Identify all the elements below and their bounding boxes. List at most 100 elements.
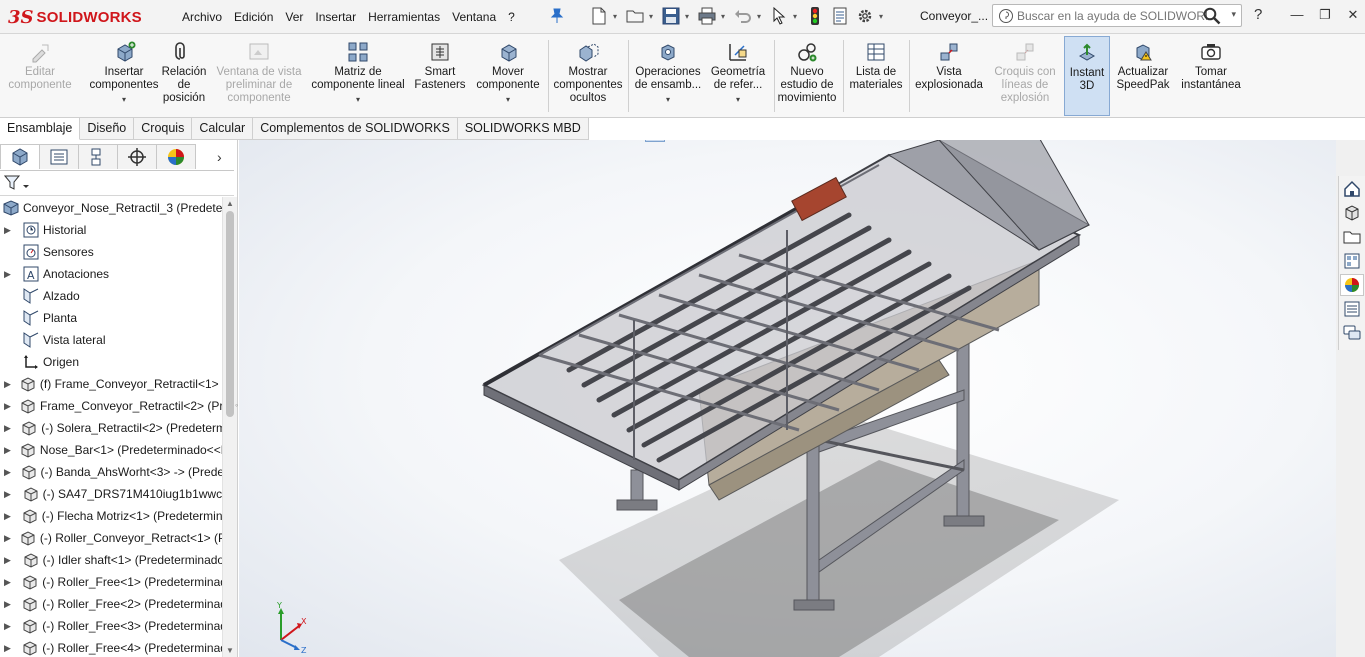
- rebuild-icon[interactable]: [804, 5, 826, 27]
- take-snapshot-button[interactable]: Tomar instantánea: [1176, 36, 1246, 116]
- show-hidden-components-button[interactable]: Mostrar componentes ocultos: [552, 36, 624, 116]
- tab-ensamblaje[interactable]: Ensamblaje: [0, 118, 81, 140]
- mate-button[interactable]: Relación de posición: [158, 36, 210, 116]
- tree-item-component[interactable]: ▶ (-) Flecha Motriz<1> (Predeterminado): [0, 505, 222, 527]
- insert-components-dropdown-icon[interactable]: ▾: [122, 93, 126, 106]
- tree-item-component[interactable]: ▶ (-) Solera_Retractil<2> (Predeterminado…: [0, 417, 222, 439]
- tree-item-component[interactable]: ▶ (f) Frame_Conveyor_Retractil<1> (Predet…: [0, 373, 222, 395]
- expand-arrow-icon[interactable]: ▶: [4, 511, 13, 522]
- expand-arrow-icon[interactable]: ▶: [4, 269, 14, 280]
- move-component-button[interactable]: Mover componente ▾: [472, 36, 544, 116]
- file-properties-icon[interactable]: [829, 5, 851, 27]
- dimxpert-tab-icon[interactable]: [117, 144, 157, 169]
- update-speedpak-button[interactable]: Actualizar SpeedPak: [1114, 36, 1172, 116]
- scroll-down-icon[interactable]: ▼: [226, 646, 234, 655]
- tab-calcular[interactable]: Calcular: [192, 118, 254, 140]
- edit-appearance-icon[interactable]: [842, 140, 862, 142]
- menu-herramientas[interactable]: Herramientas: [362, 9, 446, 25]
- scroll-up-icon[interactable]: ▲: [226, 199, 234, 208]
- expand-arrow-icon[interactable]: ▶: [4, 423, 12, 434]
- zoom-to-fit-icon[interactable]: [621, 140, 641, 142]
- tree-item-vista-lateral[interactable]: Vista lateral: [0, 329, 222, 351]
- tree-item-component[interactable]: ▶ (-) Roller_Free<3> (Predeterminado): [0, 615, 222, 637]
- expand-arrow-icon[interactable]: ▶: [4, 555, 14, 566]
- tree-item-planta[interactable]: Planta: [0, 307, 222, 329]
- tree-item-component[interactable]: ▶ (-) Banda_AhsWorht<3> -> (Predeterminad…: [0, 461, 222, 483]
- section-view-icon[interactable]: [693, 140, 713, 142]
- view-palette-icon[interactable]: [1340, 250, 1364, 272]
- assembly-features-button[interactable]: Operaciones de ensamb... ▾: [632, 36, 704, 116]
- restore-icon[interactable]: ❐: [1318, 7, 1332, 23]
- select-cursor-icon[interactable]: [768, 5, 790, 27]
- expand-arrow-icon[interactable]: ▶: [4, 577, 13, 588]
- smart-fasteners-button[interactable]: Smart Fasteners: [412, 36, 468, 116]
- menu-ventana[interactable]: Ventana: [446, 9, 502, 25]
- help-search-input[interactable]: [1017, 7, 1207, 25]
- configurationmanager-tab-icon[interactable]: [78, 144, 118, 169]
- reference-geometry-button[interactable]: Geometría de refer... ▾: [706, 36, 770, 116]
- menu-edicion[interactable]: Edición: [228, 9, 279, 25]
- appearances-scenes-icon[interactable]: [1340, 274, 1364, 296]
- solidworks-resources-icon[interactable]: [1340, 178, 1364, 200]
- expand-arrow-icon[interactable]: ▶: [4, 643, 13, 654]
- hide-show-items-icon[interactable]: [808, 140, 828, 142]
- tree-item-historial[interactable]: ▶ Historial: [0, 219, 222, 241]
- apply-scene-icon[interactable]: [875, 140, 895, 142]
- display-style-icon[interactable]: [775, 140, 795, 142]
- save-icon[interactable]: [660, 5, 682, 27]
- tree-item-component[interactable]: ▶ Nose_Bar<1> (Predeterminado<<Predetermi…: [0, 439, 222, 461]
- zoom-to-area-icon[interactable]: [645, 140, 665, 142]
- print-icon[interactable]: [696, 5, 718, 27]
- minimize-icon[interactable]: —: [1290, 7, 1304, 23]
- file-explorer-icon[interactable]: [1340, 226, 1364, 248]
- options-gear-icon[interactable]: [854, 5, 876, 27]
- expand-arrow-icon[interactable]: ▶: [4, 467, 12, 478]
- design-library-icon[interactable]: [1340, 202, 1364, 224]
- expand-arrow-icon[interactable]: ▶: [4, 621, 13, 632]
- exploded-view-button[interactable]: Vista explosionada: [912, 36, 986, 116]
- move-component-dropdown-icon[interactable]: ▾: [506, 93, 510, 106]
- featuremanager-tab-icon[interactable]: [0, 144, 40, 169]
- print-dropdown-icon[interactable]: ▾: [721, 12, 729, 21]
- tab-diseno[interactable]: Diseño: [80, 118, 135, 140]
- tree-item-component[interactable]: ▶ (-) Roller_Free<2> (Predeterminado): [0, 593, 222, 615]
- options-dropdown-icon[interactable]: ▾: [879, 12, 887, 21]
- open-folder-icon[interactable]: [624, 5, 646, 27]
- expand-arrow-icon[interactable]: ▶: [4, 401, 11, 412]
- search-dropdown-icon[interactable]: ▾: [1231, 9, 1236, 20]
- tree-item-component[interactable]: ▶ (-) Idler shaft<1> (Predeterminado): [0, 549, 222, 571]
- previous-view-icon[interactable]: [669, 140, 689, 142]
- tree-item-origen[interactable]: Origen: [0, 351, 222, 373]
- instant-3d-button[interactable]: Instant 3D: [1064, 36, 1110, 116]
- new-motion-study-button[interactable]: Nuevo estudio de movimiento: [774, 36, 840, 116]
- tab-croquis[interactable]: Croquis: [134, 118, 193, 140]
- display-manager-tab-icon[interactable]: [156, 144, 196, 169]
- menu-archivo[interactable]: Archivo: [176, 9, 228, 25]
- linear-pattern-dropdown-icon[interactable]: ▾: [356, 93, 360, 106]
- search-scope-icon[interactable]: [998, 8, 1014, 24]
- insert-components-button[interactable]: Insertar componentes ▾: [80, 36, 168, 116]
- more-tabs-chevron-icon[interactable]: ›: [217, 144, 231, 170]
- new-document-icon[interactable]: [588, 5, 610, 27]
- open-dropdown-icon[interactable]: ▾: [649, 12, 657, 21]
- help-button[interactable]: ?: [1254, 6, 1262, 23]
- reference-geometry-dropdown-icon[interactable]: ▾: [736, 93, 740, 106]
- tree-item-component[interactable]: ▶ (-) Roller_Conveyor_Retract<1> (Predete…: [0, 527, 222, 549]
- propertymanager-tab-icon[interactable]: [39, 144, 79, 169]
- menu-ver[interactable]: Ver: [279, 9, 309, 25]
- pin-icon[interactable]: [550, 8, 564, 24]
- tab-solidworks-mbd[interactable]: SOLIDWORKS MBD: [457, 118, 589, 140]
- close-icon[interactable]: ✕: [1346, 7, 1360, 23]
- edit-component-button[interactable]: Editar componente: [4, 36, 76, 116]
- expand-arrow-icon[interactable]: ▶: [4, 445, 11, 456]
- tree-item-anotaciones[interactable]: ▶ A Anotaciones: [0, 263, 222, 285]
- tree-item-component[interactable]: ▶ (-) Roller_Free<4> (Predeterminado): [0, 637, 222, 657]
- linear-component-pattern-button[interactable]: Matriz de componente lineal ▾: [308, 36, 408, 116]
- view-orientation-icon[interactable]: [741, 140, 761, 142]
- view-settings-icon[interactable]: [909, 140, 929, 142]
- graphics-area[interactable]: ▾ ▾ ▾ ▾ ▾ ▾ ◧ ◨ ❐ ✕ Y X Z: [239, 140, 1336, 657]
- tab-complementos[interactable]: Complementos de SOLIDWORKS: [253, 118, 458, 140]
- conveyor-3d-model[interactable]: [239, 140, 1336, 657]
- expand-arrow-icon[interactable]: ▶: [4, 489, 14, 500]
- search-icon[interactable]: [1203, 7, 1221, 25]
